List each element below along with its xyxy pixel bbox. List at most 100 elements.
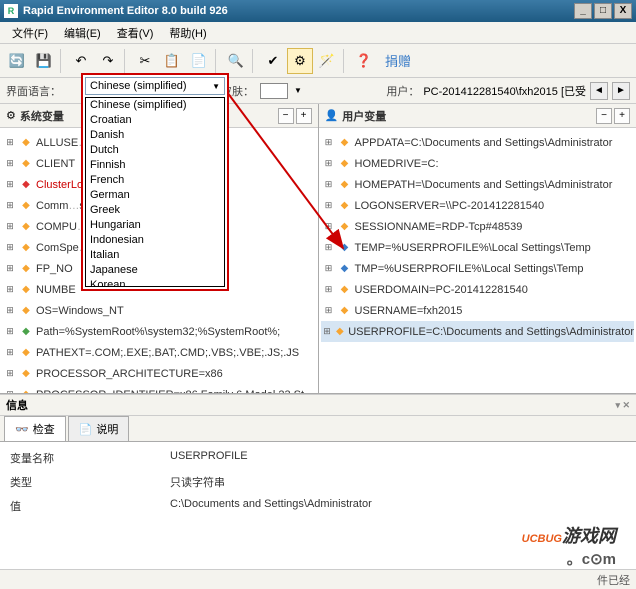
expand-icon[interactable]: ⊞ xyxy=(4,284,16,295)
expand-icon[interactable]: ⊞ xyxy=(4,263,16,274)
tag-icon: ◆ xyxy=(338,283,352,297)
info-tools[interactable]: ▾ ✕ xyxy=(615,400,630,411)
lang-option[interactable]: Greek xyxy=(86,203,224,218)
expand-icon[interactable]: ⊞ xyxy=(323,158,335,169)
lang-option[interactable]: Hungarian xyxy=(86,218,224,233)
var-text: APPDATA=C:\Documents and Settings\Admini… xyxy=(355,137,613,149)
collapse-button[interactable]: − xyxy=(596,108,612,124)
close-button[interactable]: X xyxy=(614,3,632,19)
expand-icon[interactable]: ⊞ xyxy=(323,305,335,316)
var-text: USERDOMAIN=PC-201412281540 xyxy=(355,284,528,296)
tree-row[interactable]: ⊞◆HOMEPATH=\Documents and Settings\Admin… xyxy=(321,174,635,195)
expand-icon[interactable]: ⊞ xyxy=(323,242,335,253)
tree-row[interactable]: ⊞◆PROCESSOR_ARCHITECTURE=x86 xyxy=(2,363,316,384)
expand-icon[interactable]: ⊞ xyxy=(4,305,16,316)
var-text: FP_NO xyxy=(36,263,73,275)
expand-icon[interactable]: ⊞ xyxy=(323,284,335,295)
tree-row[interactable]: ⊞◆OS=Windows_NT xyxy=(2,300,316,321)
minimize-button[interactable]: _ xyxy=(574,3,592,19)
var-text: PATHEXT=.COM;.EXE;.BAT;.CMD;.VBS;.VBE;.J… xyxy=(36,347,299,359)
lang-option[interactable]: German xyxy=(86,188,224,203)
maximize-button[interactable]: □ xyxy=(594,3,612,19)
expand-icon[interactable]: ⊞ xyxy=(4,368,16,379)
tree-row[interactable]: ⊞◆PROCESSOR_IDENTIFIER=x86 Family 6 Mode… xyxy=(2,384,316,393)
var-text: HOMEDRIVE=C: xyxy=(355,158,439,170)
expand-icon[interactable]: ⊞ xyxy=(4,158,16,169)
tree-row[interactable]: ⊞◆USERDOMAIN=PC-201412281540 xyxy=(321,279,635,300)
tree-row[interactable]: ⊞◆SESSIONNAME=RDP-Tcp#48539 xyxy=(321,216,635,237)
lang-option[interactable]: French xyxy=(86,173,224,188)
expand-icon[interactable]: ⊞ xyxy=(4,200,16,211)
tag-icon: ◆ xyxy=(19,241,33,255)
tag-icon: ◆ xyxy=(19,157,33,171)
tree-row[interactable]: ⊞◆Path=%SystemRoot%\system32;%SystemRoot… xyxy=(2,321,316,342)
expand-icon[interactable]: ⊞ xyxy=(323,326,332,337)
menu-view[interactable]: 查看(V) xyxy=(109,23,162,43)
refresh-button[interactable]: 🔄 xyxy=(4,48,30,74)
tree-row[interactable]: ⊞◆TEMP=%USERPROFILE%\Local Settings\Temp xyxy=(321,237,635,258)
expand-button[interactable]: + xyxy=(614,108,630,124)
tree-row[interactable]: ⊞◆TMP=%USERPROFILE%\Local Settings\Temp xyxy=(321,258,635,279)
lang-option[interactable]: Finnish xyxy=(86,158,224,173)
lang-option[interactable]: Dutch xyxy=(86,143,224,158)
tree-row[interactable]: ⊞◆APPDATA=C:\Documents and Settings\Admi… xyxy=(321,132,635,153)
tree-row[interactable]: ⊞◆USERNAME=fxh2015 xyxy=(321,300,635,321)
info-val-val: C:\Documents and Settings\Administrator xyxy=(170,498,372,514)
info-title: 信息 xyxy=(6,397,28,413)
expand-icon[interactable]: ⊞ xyxy=(4,389,16,393)
expand-icon[interactable]: ⊞ xyxy=(323,200,335,211)
expand-icon[interactable]: ⊞ xyxy=(4,326,16,337)
tree-row[interactable]: ⊞◆LOGONSERVER=\\PC-201412281540 xyxy=(321,195,635,216)
save-button[interactable]: 💾 xyxy=(31,48,57,74)
expand-button[interactable]: + xyxy=(296,108,312,124)
var-text: NUMBE xyxy=(36,284,76,296)
help-button[interactable]: ❓ xyxy=(351,48,377,74)
menu-file[interactable]: 文件(F) xyxy=(4,23,56,43)
info-name-val: USERPROFILE xyxy=(170,450,248,466)
menu-edit[interactable]: 编辑(E) xyxy=(56,23,109,43)
tag-icon: ◆ xyxy=(338,241,352,255)
tree-row[interactable]: ⊞◆PATHEXT=.COM;.EXE;.BAT;.CMD;.VBS;.VBE;… xyxy=(2,342,316,363)
tree-row[interactable]: ⊞◆USERPROFILE=C:\Documents and Settings\… xyxy=(321,321,635,342)
lang-option[interactable]: Indonesian xyxy=(86,233,224,248)
lang-option[interactable]: Japanese xyxy=(86,263,224,278)
language-selected[interactable]: Chinese (simplified) ▼ xyxy=(85,77,225,95)
lang-option[interactable]: Korean xyxy=(86,278,224,287)
undo-button[interactable]: ↶ xyxy=(68,48,94,74)
user-tree[interactable]: ⊞◆APPDATA=C:\Documents and Settings\Admi… xyxy=(319,128,636,393)
lang-option[interactable]: Chinese (simplified) xyxy=(86,98,224,113)
collapse-button[interactable]: − xyxy=(278,108,294,124)
find-button[interactable]: 🔍 xyxy=(223,48,249,74)
settings-button[interactable]: ⚙ xyxy=(287,48,313,74)
wizard-button[interactable]: 🪄 xyxy=(314,48,340,74)
expand-icon[interactable]: ⊞ xyxy=(323,179,335,190)
expand-icon[interactable]: ⊞ xyxy=(323,137,335,148)
var-text: TMP=%USERPROFILE%\Local Settings\Temp xyxy=(355,263,584,275)
expand-icon[interactable]: ⊞ xyxy=(4,179,16,190)
check-button[interactable]: ✔ xyxy=(260,48,286,74)
user-prev-button[interactable]: ◄ xyxy=(590,82,608,100)
paste-button[interactable]: 📄 xyxy=(186,48,212,74)
expand-icon[interactable]: ⊞ xyxy=(4,347,16,358)
redo-button[interactable]: ↷ xyxy=(95,48,121,74)
tab-check[interactable]: 👓检查 xyxy=(4,416,66,441)
donate-button[interactable]: 捐赠 xyxy=(378,48,418,74)
tree-row[interactable]: ⊞◆HOMEDRIVE=C: xyxy=(321,153,635,174)
lang-option[interactable]: Italian xyxy=(86,248,224,263)
language-list[interactable]: Chinese (simplified)CroatianDanishDutchF… xyxy=(85,97,225,287)
lang-option[interactable]: Danish xyxy=(86,128,224,143)
user-next-button[interactable]: ► xyxy=(612,82,630,100)
cut-button[interactable]: ✂ xyxy=(132,48,158,74)
copy-button[interactable]: 📋 xyxy=(159,48,185,74)
lang-option[interactable]: Croatian xyxy=(86,113,224,128)
expand-icon[interactable]: ⊞ xyxy=(323,221,335,232)
expand-icon[interactable]: ⊞ xyxy=(4,137,16,148)
menu-help[interactable]: 帮助(H) xyxy=(161,23,214,43)
expand-icon[interactable]: ⊞ xyxy=(4,221,16,232)
skin-select[interactable] xyxy=(260,83,288,99)
language-dropdown[interactable]: Chinese (simplified) ▼ Chinese (simplifi… xyxy=(81,73,229,291)
expand-icon[interactable]: ⊞ xyxy=(4,242,16,253)
tab-description[interactable]: 📄说明 xyxy=(68,416,130,441)
info-type-key: 类型 xyxy=(10,474,170,490)
expand-icon[interactable]: ⊞ xyxy=(323,263,335,274)
